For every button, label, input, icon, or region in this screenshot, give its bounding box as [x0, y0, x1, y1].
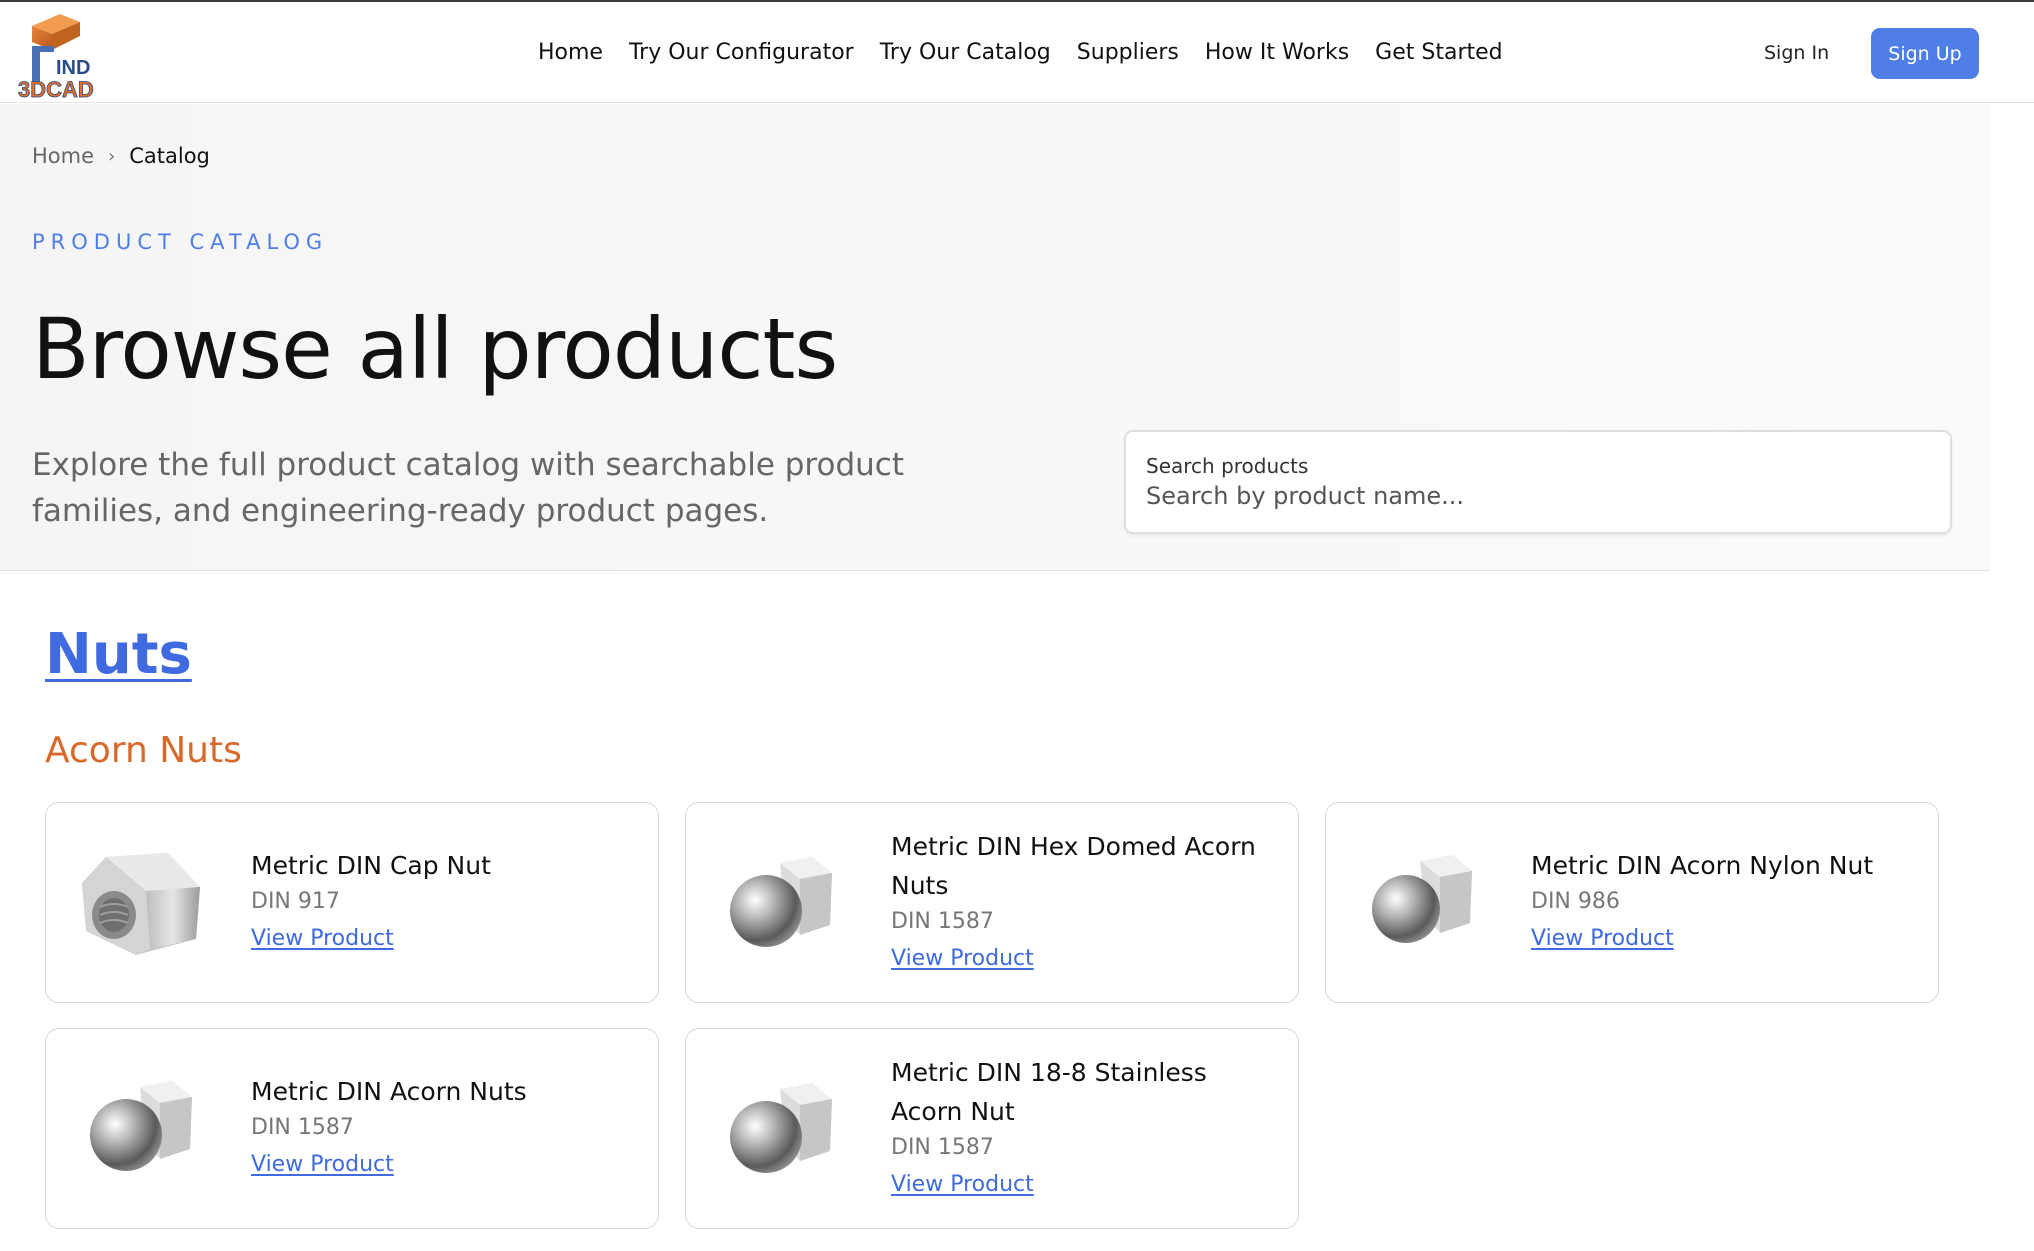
search-input[interactable]: [1146, 482, 1926, 510]
product-standard: DIN 986: [1531, 889, 1620, 914]
sign-in-link[interactable]: Sign In: [1764, 42, 1829, 64]
product-card[interactable]: Metric DIN Acorn Nylon Nut DIN 986 View …: [1325, 802, 1939, 1003]
hero-description: Explore the full product catalog with se…: [32, 447, 904, 529]
breadcrumb-current: Catalog: [129, 144, 210, 168]
product-standard: DIN 1587: [251, 1115, 354, 1140]
nav-home[interactable]: Home: [538, 40, 603, 65]
product-card[interactable]: Metric DIN 18-8 Stainless Acorn Nut DIN …: [685, 1028, 1299, 1229]
product-card[interactable]: Metric DIN Cap Nut DIN 917 View Product: [45, 802, 659, 1003]
acorn-nut-icon: [730, 1083, 832, 1173]
product-standard: DIN 917: [251, 889, 340, 914]
hero-section: Home › Catalog PRODUCT CATALOG Browse al…: [0, 104, 1990, 571]
product-name: Metric DIN Cap Nut: [251, 851, 491, 880]
category-heading-nuts[interactable]: Nuts: [45, 622, 192, 687]
view-product-link[interactable]: View Product: [891, 1165, 1268, 1205]
nav-catalog[interactable]: Try Our Catalog: [880, 40, 1051, 65]
acorn-nut-icon: [90, 1081, 192, 1171]
breadcrumb-home[interactable]: Home: [32, 144, 94, 168]
sign-up-button[interactable]: Sign Up: [1871, 28, 1979, 79]
product-name: Metric DIN Hex Domed Acorn Nuts: [891, 831, 1256, 900]
logo-text-bottom: 3DCAD: [18, 77, 94, 100]
product-info: Metric DIN Cap Nut DIN 917 View Product: [251, 803, 628, 1002]
nav-configurator[interactable]: Try Our Configurator: [629, 40, 854, 65]
site-header: IND 3DCAD Home Try Our Configurator Try …: [0, 2, 2034, 103]
product-info: Metric DIN Acorn Nylon Nut DIN 986 View …: [1531, 803, 1908, 1002]
product-name: Metric DIN 18-8 Stainless Acorn Nut: [891, 1057, 1207, 1126]
search-box: Search products: [1124, 430, 1952, 534]
product-card[interactable]: Metric DIN Hex Domed Acorn Nuts DIN 1587…: [685, 802, 1299, 1003]
product-standard: DIN 1587: [891, 1134, 994, 1160]
page-title: Browse all products: [32, 300, 838, 398]
main-nav: Home Try Our Configurator Try Our Catalo…: [538, 40, 1503, 65]
acorn-nut-icon: [730, 857, 832, 947]
chevron-right-icon: ›: [108, 145, 116, 167]
product-card[interactable]: Metric DIN Acorn Nuts DIN 1587 View Prod…: [45, 1028, 659, 1229]
view-product-link[interactable]: View Product: [251, 1145, 628, 1185]
view-product-link[interactable]: View Product: [891, 939, 1268, 979]
eyebrow-label: PRODUCT CATALOG: [32, 230, 329, 254]
nav-how-it-works[interactable]: How It Works: [1205, 40, 1349, 65]
nav-suppliers[interactable]: Suppliers: [1077, 40, 1179, 65]
view-product-link[interactable]: View Product: [251, 919, 628, 959]
product-info: Metric DIN Acorn Nuts DIN 1587 View Prod…: [251, 1029, 628, 1228]
nav-get-started[interactable]: Get Started: [1375, 40, 1502, 65]
logo-text-top: IND: [56, 57, 90, 79]
product-info: Metric DIN Hex Domed Acorn Nuts DIN 1587…: [891, 803, 1268, 1002]
acorn-nut-icon: [1372, 855, 1472, 943]
subcategory-heading: Acorn Nuts: [45, 730, 242, 771]
breadcrumb: Home › Catalog: [32, 144, 210, 168]
view-product-link[interactable]: View Product: [1531, 919, 1908, 959]
product-name: Metric DIN Acorn Nuts: [251, 1077, 527, 1106]
search-label: Search products: [1146, 454, 1309, 478]
site-logo[interactable]: IND 3DCAD: [18, 6, 126, 100]
product-name: Metric DIN Acorn Nylon Nut: [1531, 851, 1874, 880]
product-info: Metric DIN 18-8 Stainless Acorn Nut DIN …: [891, 1029, 1268, 1228]
cap-nut-icon: [82, 853, 200, 955]
product-standard: DIN 1587: [891, 908, 994, 934]
